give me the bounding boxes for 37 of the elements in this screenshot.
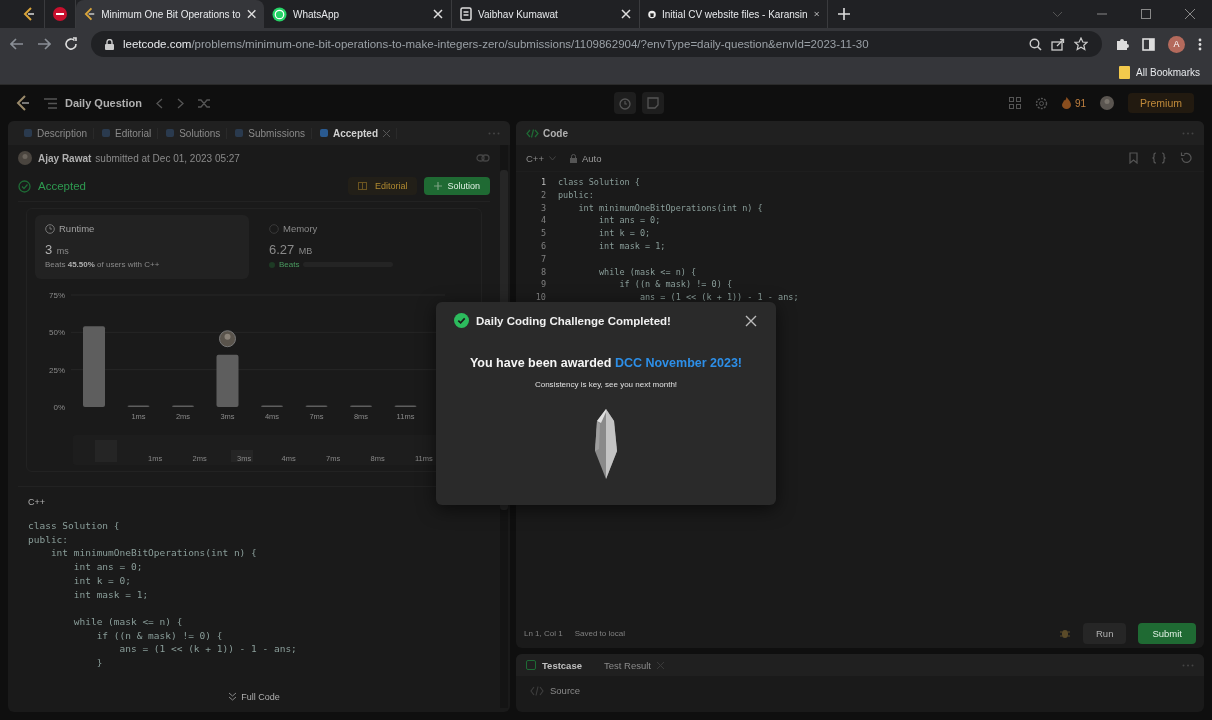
tab-title: Vaibhav Kumawat bbox=[478, 8, 559, 20]
stat-value: 3 bbox=[45, 242, 53, 257]
language-label: C++ bbox=[28, 497, 46, 507]
line-number: 4 bbox=[539, 214, 546, 228]
line-number: 9 bbox=[539, 278, 546, 292]
award-message: You have been awarded DCC November 2023! bbox=[469, 356, 743, 370]
line-number: 5 bbox=[539, 227, 546, 240]
line-number: 6 bbox=[539, 240, 546, 253]
submission-time: submitted at Dec 01, 2023 05:27 bbox=[95, 152, 240, 164]
tab-title: WhatsApp bbox=[293, 8, 341, 20]
beats-text: Beats 45.50% of users with C++ bbox=[45, 260, 161, 269]
cursor-position: Ln 1, Col 1 bbox=[524, 628, 563, 638]
line-number: 1 bbox=[539, 176, 546, 189]
code-text: class Solution { public: int minimumOneBitOperations(int n) { int ans = 0; int k = 0; int mask = 1; while (mask <= n) { if ((n & mask) != 0) { ans = (1 << (k + 1)) - 1 - ans; } bbox=[28, 519, 298, 670]
tab-title: Minimum One Bit Operations to bbox=[101, 8, 241, 20]
url-text: leetcode.com/problems/minimum-one-bit-operations-to-make-integers-zero/submissions/1109862904/?envType=daily-question&envId=2023-11-30 bbox=[123, 38, 869, 50]
line-number: 7 bbox=[539, 252, 546, 266]
beats-text: Beats bbox=[279, 260, 300, 269]
axis-label: 0% bbox=[53, 403, 65, 412]
dialog-subtitle: Consistency is key, see you next month! bbox=[534, 380, 678, 389]
stat-unit: MB bbox=[298, 246, 313, 256]
axis-label: 50% bbox=[49, 328, 65, 338]
line-number: 3 bbox=[539, 201, 546, 215]
line-number: 8 bbox=[539, 265, 546, 279]
save-status: Saved to local bbox=[574, 628, 625, 638]
axis-label: 25% bbox=[49, 365, 65, 375]
line-number: 2 bbox=[539, 188, 546, 202]
status-text: Accepted bbox=[38, 180, 86, 192]
stat-value: 6.27 bbox=[269, 242, 295, 257]
stat-label: Memory bbox=[283, 223, 318, 234]
axis-label: 75% bbox=[49, 291, 65, 300]
line-number: 10 bbox=[534, 291, 546, 304]
panel-title: Code bbox=[543, 127, 568, 139]
tab-title: Initial CV website files - Karansin bbox=[662, 8, 808, 20]
stat-unit: ms bbox=[56, 246, 69, 256]
stat-label: Runtime bbox=[59, 223, 95, 234]
dialog-title: Daily Coding Challenge Completed! bbox=[476, 314, 671, 327]
